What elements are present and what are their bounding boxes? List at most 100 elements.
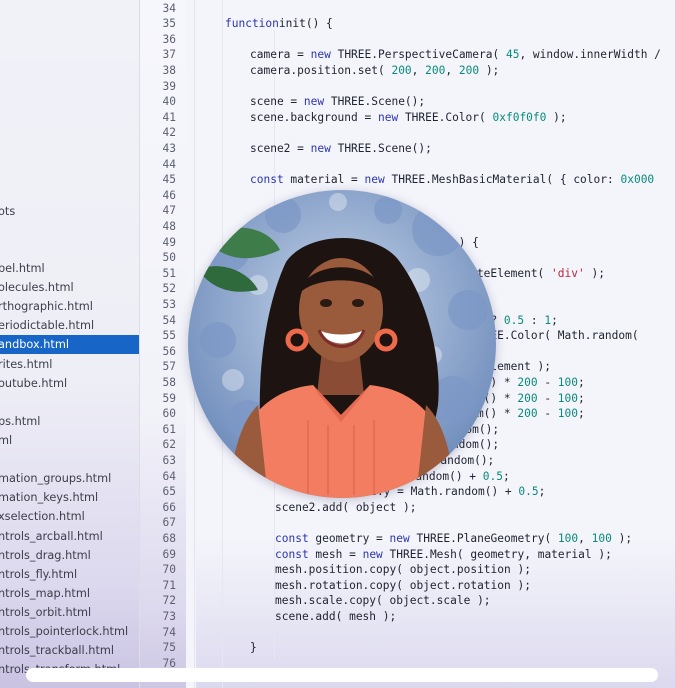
- code-line: camera.position.set( 200, 200, 200 );: [250, 63, 499, 79]
- line-number: 55: [162, 329, 176, 343]
- code-text: -: [537, 375, 558, 389]
- file-explorer-sidebar: ots bel.htmlolecules.htmlrthographic.html…: [0, 0, 140, 688]
- line-number: 60: [162, 407, 176, 421]
- code-text: ,: [578, 531, 592, 545]
- sidebar-file-item[interactable]: [0, 393, 139, 412]
- code-number: 200: [391, 63, 412, 77]
- code-text: ;: [538, 485, 546, 499]
- code-line: scene2 = new THREE.Scene();: [250, 141, 432, 157]
- code-text: geometry =: [308, 531, 390, 545]
- code-keyword: const: [250, 173, 284, 187]
- sidebar-file-item[interactable]: ntrols_drag.html: [0, 546, 139, 565]
- sidebar-file-item[interactable]: ntrols_arcball.html: [0, 527, 139, 546]
- code-number: 0xf0f0f0: [492, 110, 547, 124]
- code-number: 100: [591, 531, 612, 545]
- sidebar-file-item[interactable]: ntrols_trackball.html: [0, 641, 139, 660]
- sidebar-file-item[interactable]: olecules.html: [0, 278, 139, 297]
- code-line: const geometry = new THREE.PlaneGeometry…: [275, 531, 632, 547]
- sidebar-file-item[interactable]: ots: [0, 202, 139, 221]
- code-text: );: [611, 531, 633, 545]
- code-text: ;: [578, 391, 585, 405]
- line-number: 43: [162, 141, 176, 155]
- code-text: camera.position.set(: [250, 63, 392, 77]
- sidebar-file-item[interactable]: ntrols_orbit.html: [0, 603, 139, 622]
- code-number: 0.5: [482, 469, 503, 483]
- sidebar-file-item[interactable]: ml: [0, 431, 139, 450]
- code-line: mesh.rotation.copy( object.rotation );: [275, 578, 531, 594]
- line-number: 49: [162, 235, 176, 249]
- code-number: 0.5: [503, 313, 525, 327]
- line-number: 64: [162, 469, 176, 483]
- code-text: ,: [445, 63, 459, 77]
- code-text: scene2.add( object );: [275, 500, 417, 514]
- sidebar-file-item[interactable]: outube.html: [0, 374, 139, 393]
- code-text: THREE.Color(: [398, 110, 493, 124]
- sidebar-file-item[interactable]: xselection.html: [0, 507, 139, 526]
- line-number: 62: [162, 438, 176, 452]
- line-number: 54: [162, 313, 176, 327]
- sidebar-file-item[interactable]: ntrols_map.html: [0, 584, 139, 603]
- code-number: 100: [557, 531, 579, 545]
- sidebar-file-item[interactable]: ps.html: [0, 412, 139, 431]
- code-text: scene.background =: [250, 110, 378, 124]
- line-number: 39: [162, 79, 176, 93]
- sidebar-file-item[interactable]: mation_groups.html: [0, 469, 139, 488]
- sidebar-file-selected[interactable]: andbox.html: [0, 335, 139, 354]
- line-number-gutter: 34 35 36 37 38 39 40 41 42 43 44 45 46 47 48 49 50 51 52 53…: [140, 0, 186, 688]
- code-keyword: const: [275, 531, 309, 545]
- code-text: scene =: [250, 95, 304, 109]
- code-keyword: new: [389, 531, 410, 545]
- code-text: ;: [503, 469, 510, 483]
- code-line: }: [250, 640, 257, 656]
- code-text: mesh.rotation.copy( object.rotation );: [275, 578, 531, 592]
- line-number: 46: [162, 188, 176, 202]
- code-text: ;: [551, 313, 558, 327]
- code-text: THREE.PerspectiveCamera(: [330, 48, 506, 62]
- code-line: functioninit() {: [225, 16, 333, 32]
- code-line: scene.background = new THREE.Color( 0xf0…: [250, 110, 567, 126]
- line-number: 56: [162, 344, 176, 358]
- code-text: :: [524, 313, 545, 327]
- code-text: -: [537, 407, 558, 421]
- sidebar-file-item[interactable]: ntrols_fly.html: [0, 565, 139, 584]
- line-number: 52: [162, 282, 176, 296]
- sidebar-file-item[interactable]: ntrols_pointerlock.html: [0, 622, 139, 641]
- line-number: 44: [162, 157, 176, 171]
- sidebar-file-item[interactable]: rites.html: [0, 355, 139, 374]
- line-number: 74: [162, 625, 176, 639]
- code-number: 200: [517, 407, 538, 421]
- sidebar-file-item[interactable]: mation_keys.html: [0, 488, 139, 507]
- line-number: 37: [162, 48, 176, 62]
- line-number: 68: [162, 531, 176, 545]
- line-number: 45: [162, 173, 176, 187]
- line-number: 63: [162, 453, 176, 467]
- line-number: 66: [162, 500, 176, 514]
- presenter-video-avatar: [188, 190, 496, 498]
- code-text: ;: [578, 375, 585, 389]
- sidebar-file-item[interactable]: bel.html: [0, 259, 139, 278]
- line-number: 48: [162, 219, 176, 233]
- code-keyword: new: [310, 141, 331, 155]
- horizontal-scrollbar[interactable]: [26, 668, 658, 682]
- line-number: 51: [162, 266, 176, 280]
- code-text: THREE.Scene();: [324, 95, 426, 109]
- line-number: 65: [162, 485, 176, 499]
- line-number: 71: [162, 578, 176, 592]
- line-number: 75: [162, 641, 176, 655]
- code-text: mesh =: [308, 547, 363, 561]
- code-text: THREE.Scene();: [330, 141, 432, 155]
- code-text: -: [537, 391, 558, 405]
- line-number: 35: [162, 17, 176, 31]
- sidebar-file-item[interactable]: eriodictable.html: [0, 316, 139, 335]
- code-number: 200: [425, 63, 446, 77]
- code-text: );: [584, 266, 605, 280]
- code-text: );: [479, 63, 500, 77]
- code-keyword: const: [275, 547, 309, 561]
- code-text: init() {: [278, 17, 333, 31]
- line-number: 58: [162, 375, 176, 389]
- code-line: scene.add( mesh );: [275, 609, 396, 625]
- sidebar-file-item[interactable]: rthographic.html: [0, 297, 139, 316]
- sidebar-file-item[interactable]: [0, 450, 139, 469]
- code-number: 200: [517, 391, 538, 405]
- code-text: }: [250, 641, 257, 655]
